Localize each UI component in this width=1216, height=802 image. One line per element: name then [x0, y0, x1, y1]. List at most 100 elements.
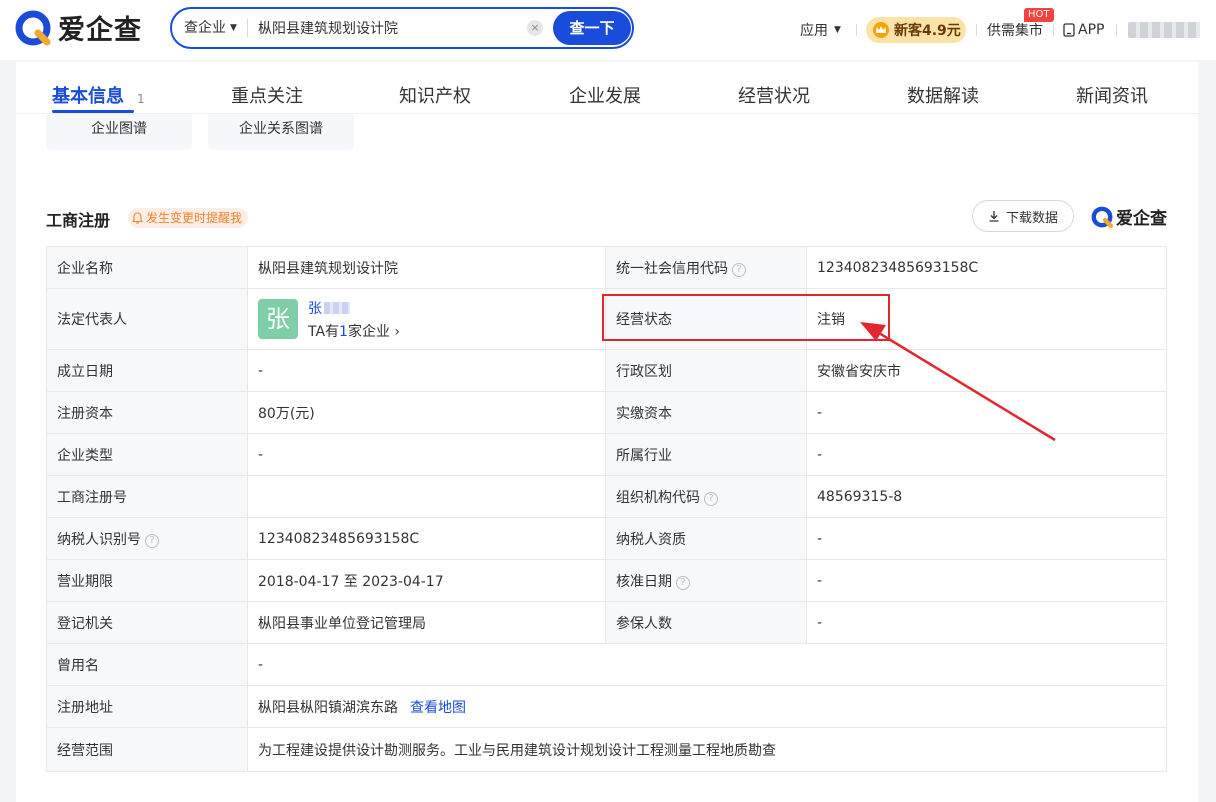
enterprise-graph-button[interactable]: 企业图谱	[46, 114, 192, 150]
legal-rep-name[interactable]: 张	[308, 298, 400, 318]
clear-icon[interactable]: ×	[527, 20, 543, 36]
legal-rep-cell: 张 张 TA有1家企业 ›	[247, 288, 606, 350]
promo-label: 新客4.9元	[894, 23, 961, 39]
view-map-link[interactable]: 查看地图	[410, 700, 466, 716]
user-account-blurred[interactable]	[1128, 22, 1200, 38]
name-redacted	[324, 301, 350, 314]
table-row: 工商注册号 组织机构代码? 48569315-8	[46, 475, 1167, 518]
industry-value: -	[806, 433, 1167, 476]
cell-label: 实缴资本	[605, 391, 807, 434]
reg-no-value	[247, 475, 606, 518]
table-row: 经营范围 为工程建设提供设计勘测服务。工业与民用建筑设计规划设计工程测量工程地质…	[46, 727, 1167, 772]
cell-label: 统一社会信用代码?	[605, 246, 807, 289]
taxpayer-qual-value: -	[806, 517, 1167, 560]
phone-icon	[1063, 23, 1075, 37]
approve-date-value: -	[806, 559, 1167, 602]
brand-logo[interactable]: 爱企查	[14, 8, 142, 47]
table-row: 纳税人识别号? 12340823485693158C 纳税人资质 -	[46, 517, 1167, 560]
reg-capital-value: 80万(元)	[247, 391, 606, 434]
cell-label: 纳税人资质	[605, 517, 807, 560]
search-bar: 查企业 ▼ × 查一下	[170, 7, 634, 49]
chevron-right-icon: ›	[394, 323, 401, 340]
org-code-value: 48569315-8	[806, 475, 1167, 518]
cell-label: 工商注册号	[46, 475, 248, 518]
former-name-value: -	[247, 643, 1167, 686]
help-icon[interactable]: ?	[732, 262, 746, 277]
cell-label: 参保人数	[605, 601, 807, 644]
scope-value: 为工程建设提供设计勘测服务。工业与民用建筑设计规划设计工程测量工程地质勘查	[247, 727, 1167, 772]
table-row: 企业类型 - 所属行业 -	[46, 433, 1167, 476]
status-value: 注销	[806, 288, 1167, 350]
main-content: 基本信息 1 重点关注 知识产权 企业发展 经营状况 数据解读 新闻资讯 企业图…	[16, 62, 1198, 802]
cell-label: 企业名称	[46, 246, 248, 289]
nav-apps[interactable]: 应用 ▼	[800, 0, 841, 60]
cell-label: 经营范围	[46, 727, 248, 772]
cell-label: 经营状态	[605, 288, 807, 350]
term-value: 2018-04-17 至 2023-04-17	[247, 559, 606, 602]
table-row: 注册资本 80万(元) 实缴资本 -	[46, 391, 1167, 434]
tab-data-insight[interactable]: 数据解读	[907, 82, 979, 108]
taxpayer-id-value: 12340823485693158C	[247, 517, 606, 560]
approve-date-label: 核准日期	[616, 573, 672, 590]
table-row: 曾用名 -	[46, 643, 1167, 686]
nav-market-label: 供需集市	[987, 23, 1043, 39]
change-remind-button[interactable]: 发生变更时提醒我	[128, 208, 249, 228]
avatar[interactable]: 张	[258, 299, 298, 339]
cell-label: 纳税人识别号?	[46, 517, 248, 560]
help-icon[interactable]: ?	[145, 533, 159, 548]
tab-news[interactable]: 新闻资讯	[1076, 82, 1148, 108]
cell-label: 曾用名	[46, 643, 248, 686]
registration-table: 企业名称 枞阳县建筑规划设计院 统一社会信用代码? 12340823485693…	[46, 246, 1167, 772]
credit-code-value: 12340823485693158C	[806, 246, 1167, 289]
download-data-button[interactable]: 下载数据	[972, 200, 1074, 232]
relation-graph-button[interactable]: 企业关系图谱	[208, 114, 354, 150]
new-customer-promo[interactable]: 新客4.9元	[866, 17, 966, 43]
download-label: 下载数据	[1005, 210, 1058, 226]
crown-icon	[873, 22, 889, 38]
tab-key-focus[interactable]: 重点关注	[231, 82, 303, 108]
caret-down-icon: ▼	[230, 23, 237, 33]
legal-rep-companies-link[interactable]: TA有1家企业 ›	[308, 321, 400, 341]
tab-ip[interactable]: 知识产权	[399, 82, 471, 108]
cell-label: 法定代表人	[46, 288, 248, 350]
help-icon[interactable]: ?	[676, 575, 690, 590]
cell-label: 登记机关	[46, 601, 248, 644]
header-divider	[1053, 24, 1054, 36]
insured-value: -	[806, 601, 1167, 644]
logo-mark-icon	[15, 10, 51, 45]
authority-value: 枞阳县事业单位登记管理局	[247, 601, 606, 644]
active-tab-indicator	[52, 110, 134, 113]
download-icon	[989, 211, 999, 222]
address-cell: 枞阳县枞阳镇湖滨东路 查看地图	[247, 685, 1167, 728]
table-row: 营业期限 2018-04-17 至 2023-04-17 核准日期? -	[46, 559, 1167, 602]
search-type-select[interactable]: 查企业 ▼	[184, 9, 237, 47]
help-icon[interactable]: ?	[704, 491, 718, 506]
region-value: 安徽省安庆市	[806, 349, 1167, 392]
tab-development[interactable]: 企业发展	[569, 82, 641, 108]
cell-label: 营业期限	[46, 559, 248, 602]
top-header: 爱企查 查企业 ▼ × 查一下 应用 ▼ 新客4.9元 供需集市 HOT APP	[0, 0, 1216, 60]
nav-app[interactable]: APP	[1063, 0, 1104, 60]
tab-bar: 基本信息 1 重点关注 知识产权 企业发展 经营状况 数据解读 新闻资讯	[16, 62, 1198, 114]
table-row: 登记机关 枞阳县事业单位登记管理局 参保人数 -	[46, 601, 1167, 644]
legal-rep-name-text: 张	[308, 300, 322, 317]
header-divider	[976, 24, 977, 36]
search-type-label: 查企业	[184, 20, 226, 36]
company-type-value: -	[247, 433, 606, 476]
table-row: 成立日期 - 行政区划 安徽省安庆市	[46, 349, 1167, 392]
search-input[interactable]	[258, 11, 518, 45]
company-name-value: 枞阳县建筑规划设计院	[247, 246, 606, 289]
tab-basic-info-badge: 1	[137, 92, 145, 106]
nav-app-label: APP	[1078, 22, 1105, 38]
search-button[interactable]: 查一下	[553, 11, 631, 45]
header-divider	[856, 24, 857, 36]
bell-icon	[132, 212, 143, 224]
legal-rep-sub-suffix: 家企业	[347, 323, 390, 340]
tab-basic-info[interactable]: 基本信息	[52, 82, 124, 108]
table-row: 企业名称 枞阳县建筑规划设计院 统一社会信用代码? 12340823485693…	[46, 246, 1167, 289]
section-title: 工商注册	[46, 211, 111, 230]
brand-mini-logo: 爱企查	[1090, 204, 1167, 229]
tab-operations[interactable]: 经营状况	[738, 82, 810, 108]
taxpayer-id-label: 纳税人识别号	[57, 531, 141, 548]
brand-mini-name: 爱企查	[1116, 209, 1167, 229]
